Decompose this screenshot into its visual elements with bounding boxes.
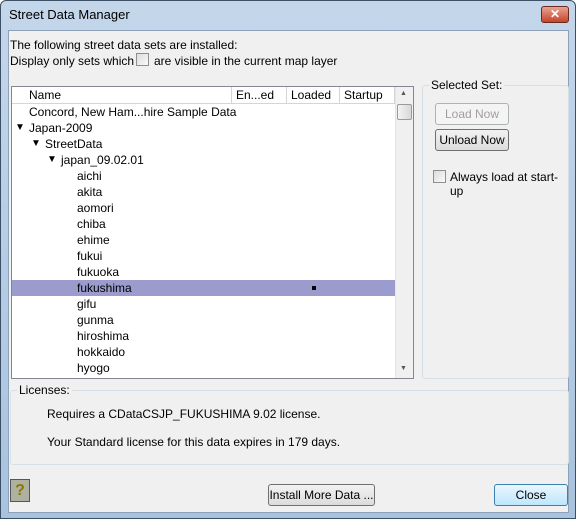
column-header-enabled[interactable]: En...ed [232, 87, 287, 104]
list-item-label: fukushima [77, 281, 132, 295]
list-item-label: ehime [77, 233, 110, 247]
list-item-label: StreetData [45, 137, 103, 151]
always-load-checkbox[interactable] [433, 170, 446, 183]
list-item[interactable]: Concord, New Ham...hire Sample Data [12, 104, 395, 120]
list-item-label: hiroshima [77, 329, 130, 343]
dialog-window: Street Data Manager ✕ The following stre… [0, 0, 576, 519]
list-item-label: hyogo [77, 361, 110, 375]
list-item-label: aomori [77, 201, 114, 215]
visible-only-checkbox[interactable] [136, 53, 149, 66]
list-item-label: chiba [77, 217, 106, 231]
list-item-label: Japan-2009 [29, 121, 93, 135]
list-item[interactable]: hyogo [12, 360, 395, 376]
list-item[interactable]: fukushima [12, 280, 395, 296]
intro-text: The following street data sets are insta… [10, 38, 238, 52]
list-item-label: gifu [77, 297, 97, 311]
list-item[interactable]: aomori [12, 200, 395, 216]
filter-label: Display only sets which [10, 54, 135, 68]
list-item[interactable]: hiroshima [12, 328, 395, 344]
list-item[interactable]: ▼ StreetData [12, 136, 395, 152]
list-item-label: gunma [77, 313, 114, 327]
list-item[interactable]: gifu [12, 296, 395, 312]
install-more-data-button[interactable]: Install More Data ... [268, 484, 375, 506]
scroll-thumb[interactable] [397, 104, 412, 120]
column-header-name[interactable]: Name [12, 87, 232, 104]
list-item[interactable]: aichi [12, 168, 395, 184]
list-item[interactable]: chiba [12, 216, 395, 232]
street-data-list[interactable]: Name En...ed Loaded Startup Concord, New… [11, 86, 414, 379]
license-requirement: Requires a CDataCSJP_FUKUSHIMA 9.02 lice… [47, 407, 321, 421]
always-load-label[interactable]: Always load at start-up [450, 170, 568, 198]
list-item-label: fukui [77, 249, 103, 263]
expand-triangle-icon[interactable]: ▼ [47, 152, 57, 168]
list-item[interactable]: ▼ Japan-2009 [12, 120, 395, 136]
list-item-label: fukuoka [77, 265, 120, 279]
column-header-loaded[interactable]: Loaded [287, 87, 340, 104]
list-item-label: Concord, New Ham...hire Sample Data [29, 105, 237, 119]
list-item[interactable]: ▼ japan_09.02.01 [12, 152, 395, 168]
load-now-button[interactable]: Load Now [435, 103, 509, 125]
dialog-body: The following street data sets are insta… [8, 30, 569, 513]
list-item[interactable]: akita [12, 184, 395, 200]
window-title: Street Data Manager [9, 7, 130, 22]
licenses-title: Licenses: [17, 383, 72, 397]
list-item-label: akita [77, 185, 103, 199]
licenses-group: Licenses: Requires a CDataCSJP_FUKUSHIMA… [10, 383, 569, 465]
list-item[interactable]: gunma [12, 312, 395, 328]
close-icon[interactable]: ✕ [541, 6, 569, 23]
column-header-startup[interactable]: Startup [340, 87, 395, 104]
list-item-label: aichi [77, 169, 102, 183]
scroll-down-icon[interactable]: ▼ [400, 365, 407, 372]
scrollbar[interactable]: ▲ ▼ [395, 87, 413, 378]
expand-triangle-icon[interactable]: ▼ [31, 136, 41, 152]
selected-set-group: Selected Set: Load Now Unload Now Always… [422, 78, 569, 379]
list-item-label: japan_09.02.01 [61, 153, 144, 167]
license-expiry: Your Standard license for this data expi… [47, 435, 341, 449]
loaded-marker [312, 286, 316, 290]
close-button[interactable]: Close [494, 484, 568, 506]
list-item[interactable]: hokkaido [12, 344, 395, 360]
help-icon[interactable]: ? [10, 479, 30, 502]
scroll-up-icon[interactable]: ▲ [400, 90, 407, 97]
visible-only-label[interactable]: are visible in the current map layer [154, 54, 337, 68]
list-item[interactable]: fukui [12, 248, 395, 264]
unload-now-button[interactable]: Unload Now [435, 129, 509, 151]
expand-triangle-icon[interactable]: ▼ [15, 120, 25, 136]
list-item[interactable]: fukuoka [12, 264, 395, 280]
list-item-label: hokkaido [77, 345, 126, 359]
list-item[interactable]: ehime [12, 232, 395, 248]
selected-set-title: Selected Set: [429, 78, 505, 92]
